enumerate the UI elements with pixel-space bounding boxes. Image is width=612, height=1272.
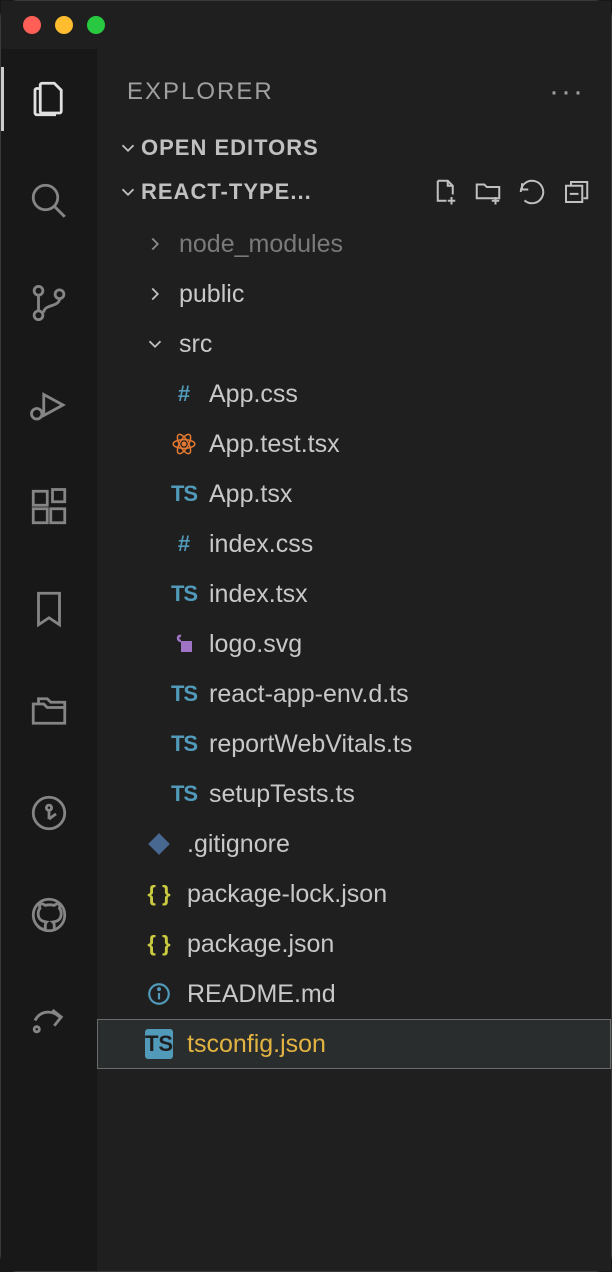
file-readme[interactable]: README.md: [97, 969, 611, 1019]
folder-public[interactable]: public: [97, 269, 611, 319]
file-label: tsconfig.json: [187, 1030, 326, 1059]
branch-icon: [28, 282, 70, 324]
folder-label: src: [179, 330, 212, 359]
ts-icon: TS: [169, 479, 199, 509]
file-label: reportWebVitals.ts: [209, 730, 412, 759]
activity-github[interactable]: [1, 879, 97, 951]
json-icon: { }: [141, 929, 177, 959]
file-label: App.css: [209, 380, 298, 409]
new-file-icon[interactable]: [429, 177, 459, 207]
file-setup-tests[interactable]: TS setupTests.ts: [97, 769, 611, 819]
react-icon: [169, 429, 199, 459]
file-label: App.tsx: [209, 480, 292, 509]
collapse-icon[interactable]: [561, 177, 591, 207]
refresh-icon[interactable]: [517, 177, 547, 207]
css-icon: #: [169, 529, 199, 559]
tsconfig-icon: TS: [145, 1029, 173, 1059]
activity-search[interactable]: [1, 165, 97, 237]
shell: EXPLORER ··· OPEN EDITORS REACT-TYPE...: [1, 49, 611, 1271]
chevron-down-icon: [115, 137, 141, 159]
file-tsconfig[interactable]: TS tsconfig.json: [97, 1019, 611, 1069]
window-close[interactable]: [23, 16, 41, 34]
activity-explorer[interactable]: [1, 63, 97, 135]
gitlens-icon: [28, 792, 70, 834]
file-label: index.tsx: [209, 580, 308, 609]
section-open-editors[interactable]: OPEN EDITORS: [97, 127, 611, 169]
chevron-down-icon: [115, 181, 141, 203]
section-label: OPEN EDITORS: [141, 135, 319, 161]
folder-src[interactable]: src: [97, 319, 611, 369]
panel-header: EXPLORER ···: [97, 49, 611, 127]
activity-project[interactable]: [1, 675, 97, 747]
file-label: react-app-env.d.ts: [209, 680, 409, 709]
file-label: .gitignore: [187, 830, 290, 859]
activity-bar: [1, 49, 97, 1271]
panel-title: EXPLORER: [127, 78, 274, 106]
files-icon: [28, 78, 70, 120]
file-label: setupTests.ts: [209, 780, 355, 809]
file-package-lock[interactable]: { } package-lock.json: [97, 869, 611, 919]
file-app-tsx[interactable]: TS App.tsx: [97, 469, 611, 519]
window-minimize[interactable]: [55, 16, 73, 34]
file-package-json[interactable]: { } package.json: [97, 919, 611, 969]
github-icon: [28, 894, 70, 936]
css-icon: #: [169, 379, 199, 409]
file-label: logo.svg: [209, 630, 302, 659]
folder-label: public: [179, 280, 244, 309]
folders-icon: [28, 690, 70, 732]
file-logo-svg[interactable]: logo.svg: [97, 619, 611, 669]
explorer-sidebar: EXPLORER ··· OPEN EDITORS REACT-TYPE...: [97, 49, 611, 1271]
debug-icon: [28, 384, 70, 426]
folder-label: node_modules: [179, 230, 343, 259]
activity-gitlens[interactable]: [1, 777, 97, 849]
activity-debug[interactable]: [1, 369, 97, 441]
file-label: index.css: [209, 530, 313, 559]
ts-icon: TS: [169, 579, 199, 609]
file-label: package.json: [187, 930, 334, 959]
svg-icon: [169, 629, 199, 659]
ts-icon: TS: [169, 729, 199, 759]
share-icon: [28, 996, 70, 1038]
activity-extensions[interactable]: [1, 471, 97, 543]
chevron-down-icon: [141, 333, 169, 355]
file-tree: node_modules public src # App.css App.te…: [97, 215, 611, 1069]
activity-scm[interactable]: [1, 267, 97, 339]
window-zoom[interactable]: [87, 16, 105, 34]
search-icon: [28, 180, 70, 222]
bookmark-icon: [28, 588, 70, 630]
chevron-right-icon: [141, 233, 169, 255]
file-index-tsx[interactable]: TS index.tsx: [97, 569, 611, 619]
file-report-web-vitals[interactable]: TS reportWebVitals.ts: [97, 719, 611, 769]
titlebar: [1, 1, 611, 49]
panel-more-button[interactable]: ···: [549, 75, 585, 109]
info-icon: [141, 979, 177, 1009]
file-app-css[interactable]: # App.css: [97, 369, 611, 419]
file-label: README.md: [187, 980, 336, 1009]
file-app-test[interactable]: App.test.tsx: [97, 419, 611, 469]
file-gitignore[interactable]: .gitignore: [97, 819, 611, 869]
workspace-name: REACT-TYPE...: [141, 179, 312, 205]
extensions-icon: [28, 486, 70, 528]
workspace-actions: [429, 177, 601, 207]
file-react-env[interactable]: TS react-app-env.d.ts: [97, 669, 611, 719]
activity-share[interactable]: [1, 981, 97, 1053]
git-icon: [141, 829, 177, 859]
new-folder-icon[interactable]: [473, 177, 503, 207]
section-workspace[interactable]: REACT-TYPE...: [97, 169, 611, 215]
json-icon: { }: [141, 879, 177, 909]
file-label: package-lock.json: [187, 880, 387, 909]
ts-icon: TS: [169, 679, 199, 709]
file-label: App.test.tsx: [209, 430, 340, 459]
file-index-css[interactable]: # index.css: [97, 519, 611, 569]
activity-bookmark[interactable]: [1, 573, 97, 645]
folder-node-modules[interactable]: node_modules: [97, 219, 611, 269]
ts-icon: TS: [169, 779, 199, 809]
chevron-right-icon: [141, 283, 169, 305]
